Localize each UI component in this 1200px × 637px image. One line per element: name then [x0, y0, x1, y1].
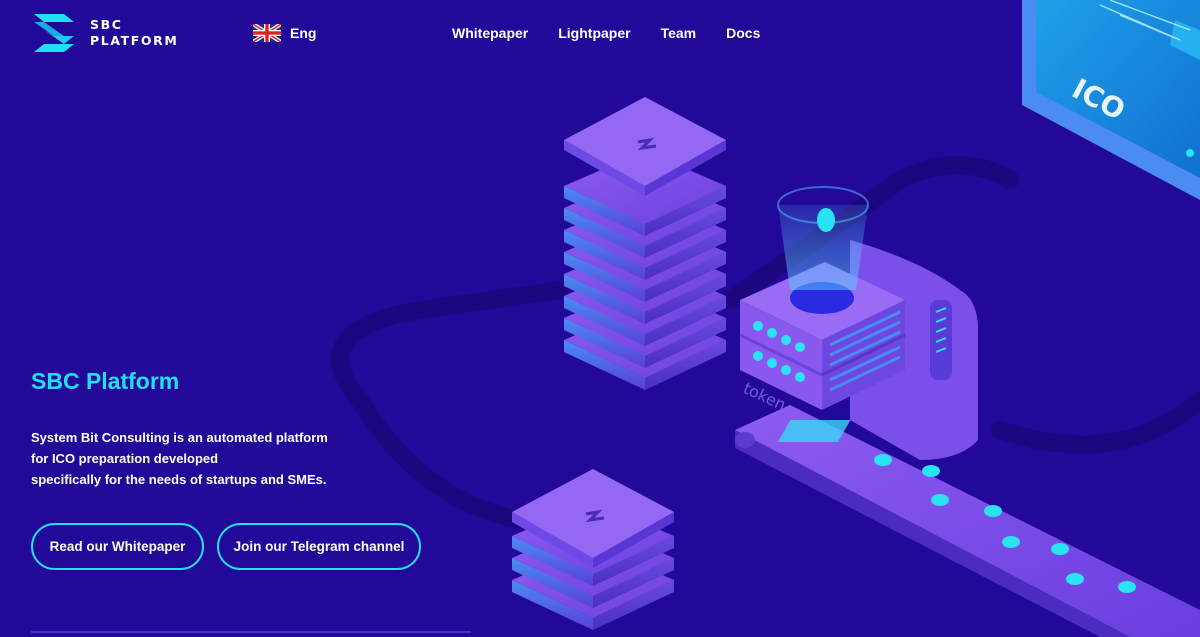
hero-description: System Bit Consulting is an automated pl… — [31, 427, 371, 490]
uk-flag-icon — [253, 24, 281, 42]
nav-team[interactable]: Team — [661, 25, 697, 41]
hero-title: SBC Platform — [31, 368, 180, 394]
nav-whitepaper[interactable]: Whitepaper — [452, 25, 528, 41]
server-stack-short — [512, 469, 674, 630]
main-nav: Whitepaper Lightpaper Team Docs — [452, 25, 790, 41]
nav-docs[interactable]: Docs — [726, 25, 760, 41]
hero-description-line: for ICO preparation developed — [31, 451, 219, 466]
logo-text-line2: PLATFORM — [90, 33, 179, 48]
join-telegram-button[interactable]: Join our Telegram channel — [217, 523, 421, 570]
sbc-logo-icon — [34, 14, 74, 52]
section-divider — [31, 631, 471, 633]
hero-description-line: specifically for the needs of startups a… — [31, 472, 327, 487]
server-stack-tall — [564, 97, 726, 390]
language-selector[interactable]: Eng — [253, 24, 316, 42]
site-header: SBC PLATFORM Eng Whitepaper Lightpaper T… — [0, 0, 1200, 70]
coin-icon — [817, 208, 835, 232]
language-label: Eng — [290, 25, 317, 41]
logo[interactable]: SBC PLATFORM — [30, 10, 178, 56]
nav-lightpaper[interactable]: Lightpaper — [558, 25, 630, 41]
read-whitepaper-button[interactable]: Read our Whitepaper — [31, 523, 204, 570]
hero-description-line: System Bit Consulting is an automated pl… — [31, 430, 328, 445]
logo-text-line1: SBC — [90, 17, 123, 32]
